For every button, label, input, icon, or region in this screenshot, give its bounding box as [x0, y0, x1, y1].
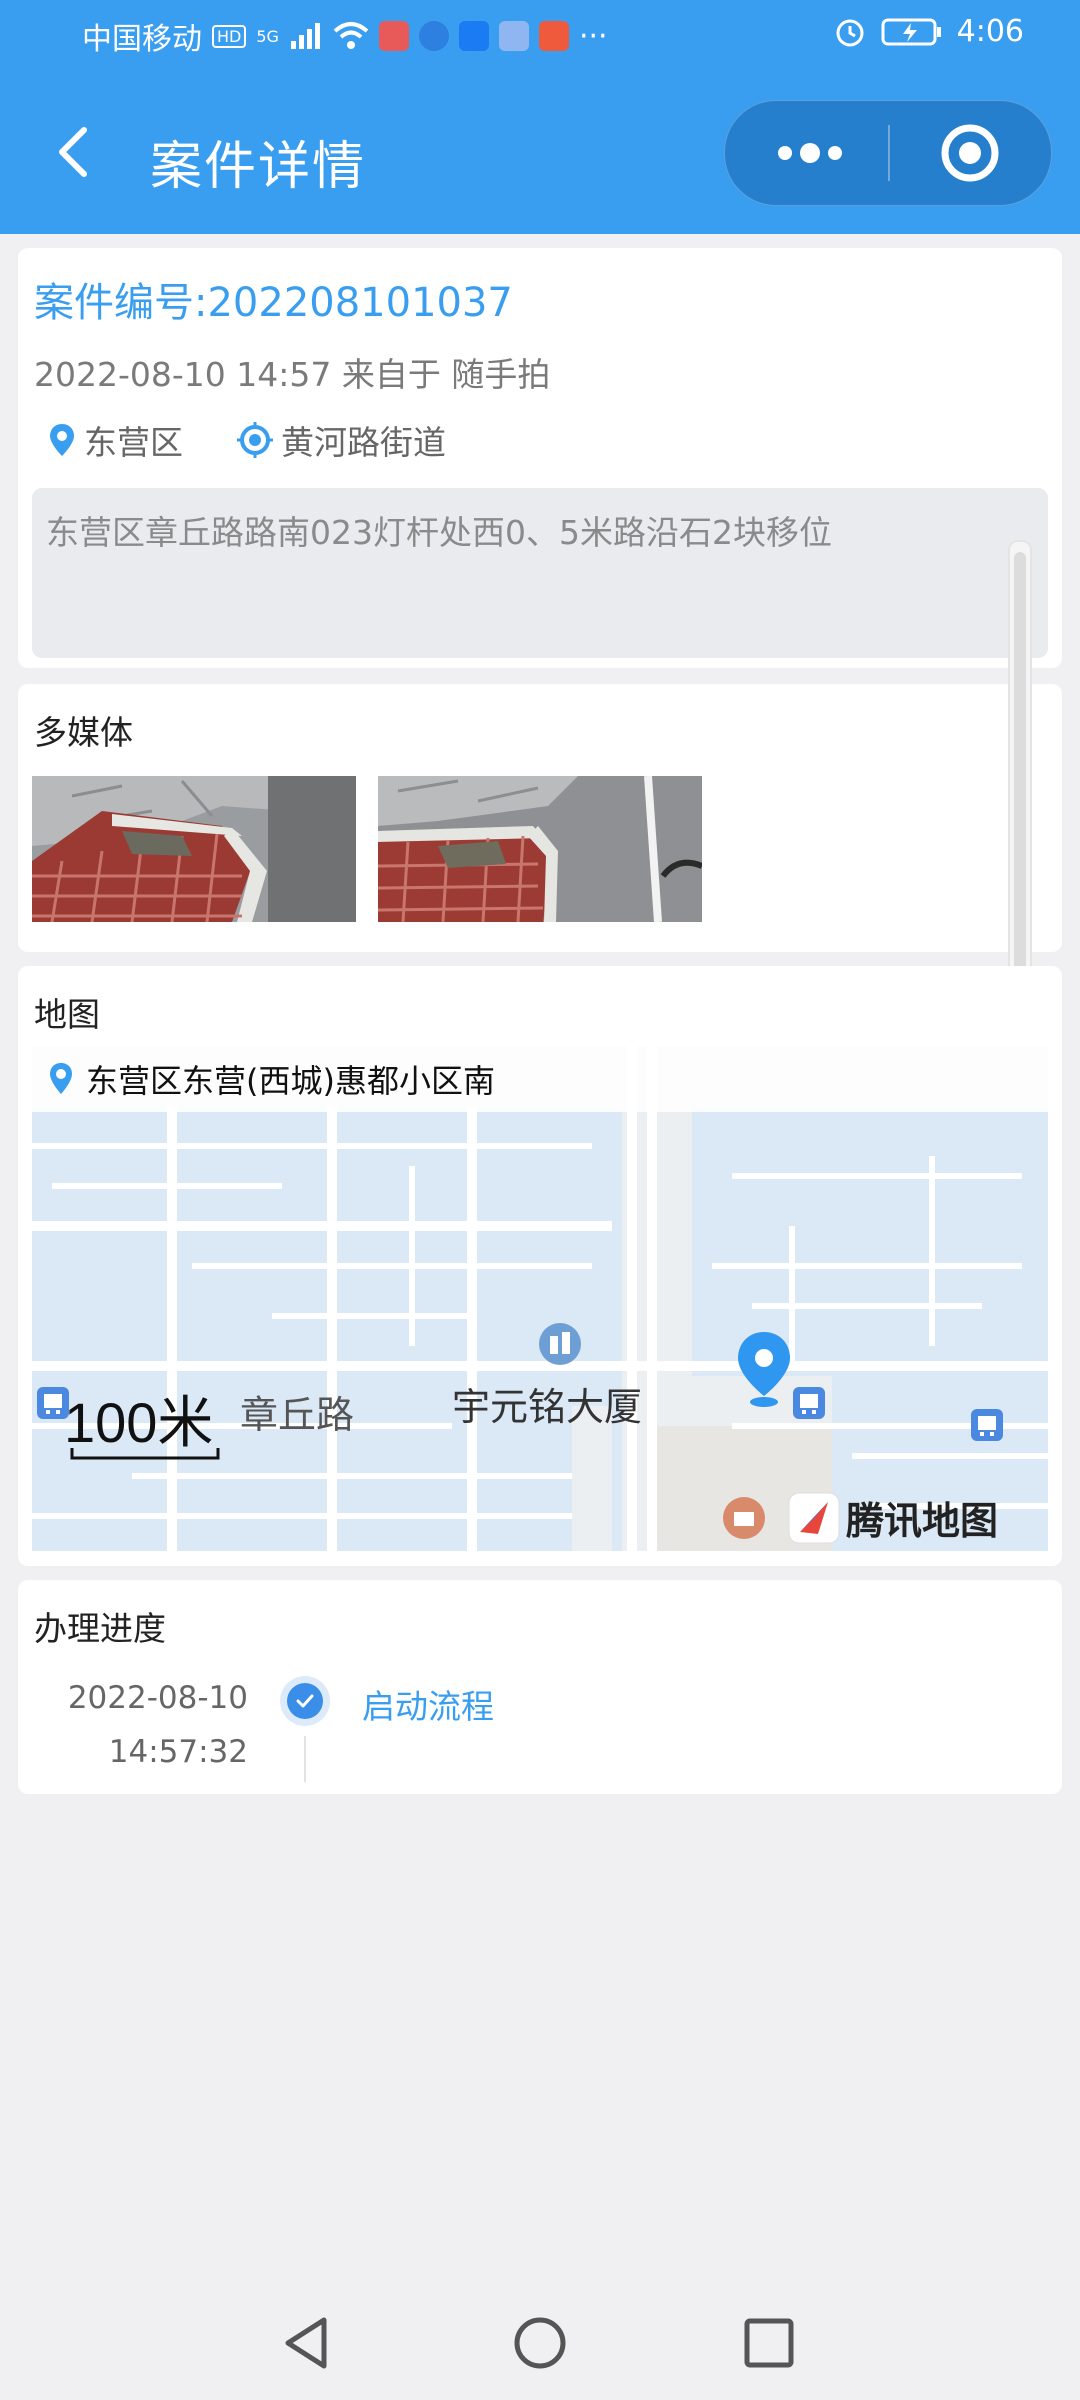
carrier-label: 中国移动 — [82, 22, 202, 57]
back-arrow-icon — [59, 127, 87, 177]
hd-badge: HD — [212, 24, 247, 48]
district-label: 东营区 — [84, 423, 183, 462]
case-description: 东营区章丘路路南023灯杆处西0、5米路沿石2块移位 — [46, 513, 832, 552]
sidewalk-photo-2 — [378, 776, 702, 922]
scrollbar-thumb[interactable] — [1014, 552, 1026, 1032]
map-poi-label: 宇元铭大厦 — [452, 1387, 643, 1429]
street-label: 黄河路街道 — [281, 423, 446, 462]
step-time: 14:57:32 — [108, 1734, 248, 1770]
case-meta: 2022-08-10 14:57 来自于 随手拍 — [34, 355, 551, 394]
map-address-bar: 东营区东营(西城)惠都小区南 — [32, 1046, 1048, 1112]
target-pin-icon — [237, 422, 273, 458]
battery-icon — [881, 18, 941, 45]
square-recent-icon — [744, 2318, 794, 2368]
clock: 4:06 — [956, 14, 1024, 49]
signal-icon — [290, 23, 320, 49]
shield-app-icon — [498, 21, 529, 51]
media-thumbnail-1[interactable] — [32, 776, 356, 922]
restaurant-poi-icon — [723, 1497, 765, 1539]
system-recent-button[interactable] — [734, 2308, 804, 2378]
more-button[interactable] — [755, 123, 865, 183]
progress-section-title: 办理进度 — [34, 1609, 166, 1648]
description-box: 东营区章丘路路南023灯杆处西0、5米路沿石2块移位 — [32, 488, 1048, 658]
orange-app-icon — [538, 21, 569, 51]
tencent-map-icon — [788, 1492, 840, 1543]
map-card: 地图 东营区东营(西城)惠都小区南 100米 章丘路 宇元铭大厦 腾讯地图 — [18, 966, 1062, 1566]
bus-stop-icon — [793, 1387, 825, 1419]
location-pin-icon — [50, 424, 74, 456]
case-number: 案件编号:202208101037 — [34, 280, 513, 326]
map-view[interactable]: 东营区东营(西城)惠都小区南 100米 章丘路 宇元铭大厦 腾讯地图 — [32, 1046, 1048, 1551]
map-address: 东营区东营(西城)惠都小区南 — [86, 1062, 495, 1100]
system-navigation-bar — [0, 2282, 1080, 2400]
triangle-back-icon — [285, 2317, 327, 2369]
system-home-button[interactable] — [505, 2308, 575, 2378]
map-section-title: 地图 — [34, 995, 100, 1034]
network-label: 5G — [256, 26, 279, 46]
map-provider-logo: 腾讯地图 — [788, 1490, 998, 1545]
cloud-icon — [418, 21, 449, 51]
map-canvas — [32, 1046, 1048, 1551]
circle-home-icon — [514, 2317, 566, 2369]
map-marker-icon — [738, 1332, 790, 1407]
status-right: 4:06 — [833, 14, 1024, 49]
street-tag: 黄河路街道 — [237, 416, 446, 464]
map-road-label: 章丘路 — [240, 1395, 355, 1437]
page-title: 案件详情 — [150, 137, 367, 197]
wifi-icon — [333, 22, 369, 49]
step-connector — [304, 1736, 306, 1782]
notification-app-icon — [378, 21, 409, 51]
check-icon — [296, 1694, 314, 1708]
alarm-icon — [836, 19, 864, 46]
mini-program-capsule — [724, 100, 1052, 206]
step-date: 2022-08-10 — [67, 1680, 248, 1716]
close-mini-program-button[interactable] — [915, 123, 1025, 183]
media-card: 多媒体 — [18, 684, 1062, 952]
navigation-bar: 案件详情 — [0, 72, 1080, 234]
case-info-card: 案件编号:202208101037 2022-08-10 14:57 来自于 随… — [18, 248, 1062, 668]
weather-icon — [458, 21, 489, 51]
step-status — [280, 1676, 330, 1726]
mini-program-close-icon — [941, 124, 999, 182]
bus-stop-icon — [971, 1409, 1003, 1441]
sidewalk-photo-1 — [32, 776, 356, 922]
step-label[interactable]: 启动流程 — [362, 1680, 494, 1728]
building-poi-icon — [539, 1323, 581, 1365]
step-dot — [287, 1683, 323, 1719]
back-button[interactable] — [48, 122, 108, 182]
media-section-title: 多媒体 — [34, 713, 133, 752]
status-bar: 中国移动 HD 5G ··· 4:06 — [0, 0, 1080, 72]
more-notifications-icon: ··· — [578, 18, 608, 54]
system-back-button[interactable] — [272, 2308, 342, 2378]
capsule-divider — [888, 125, 890, 181]
district-tag: 东营区 — [48, 416, 183, 464]
progress-card: 办理进度 2022-08-10 14:57:32 启动流程 — [18, 1580, 1062, 1794]
location-pin-icon — [50, 1063, 72, 1094]
location-row: 东营区 黄河路街道 — [48, 416, 500, 464]
map-scale-bar — [70, 1448, 220, 1460]
media-thumbnail-2[interactable] — [378, 776, 702, 922]
status-left: 中国移动 HD 5G ··· — [82, 14, 608, 58]
map-provider-name: 腾讯地图 — [846, 1499, 999, 1543]
more-dots-icon — [778, 143, 842, 163]
